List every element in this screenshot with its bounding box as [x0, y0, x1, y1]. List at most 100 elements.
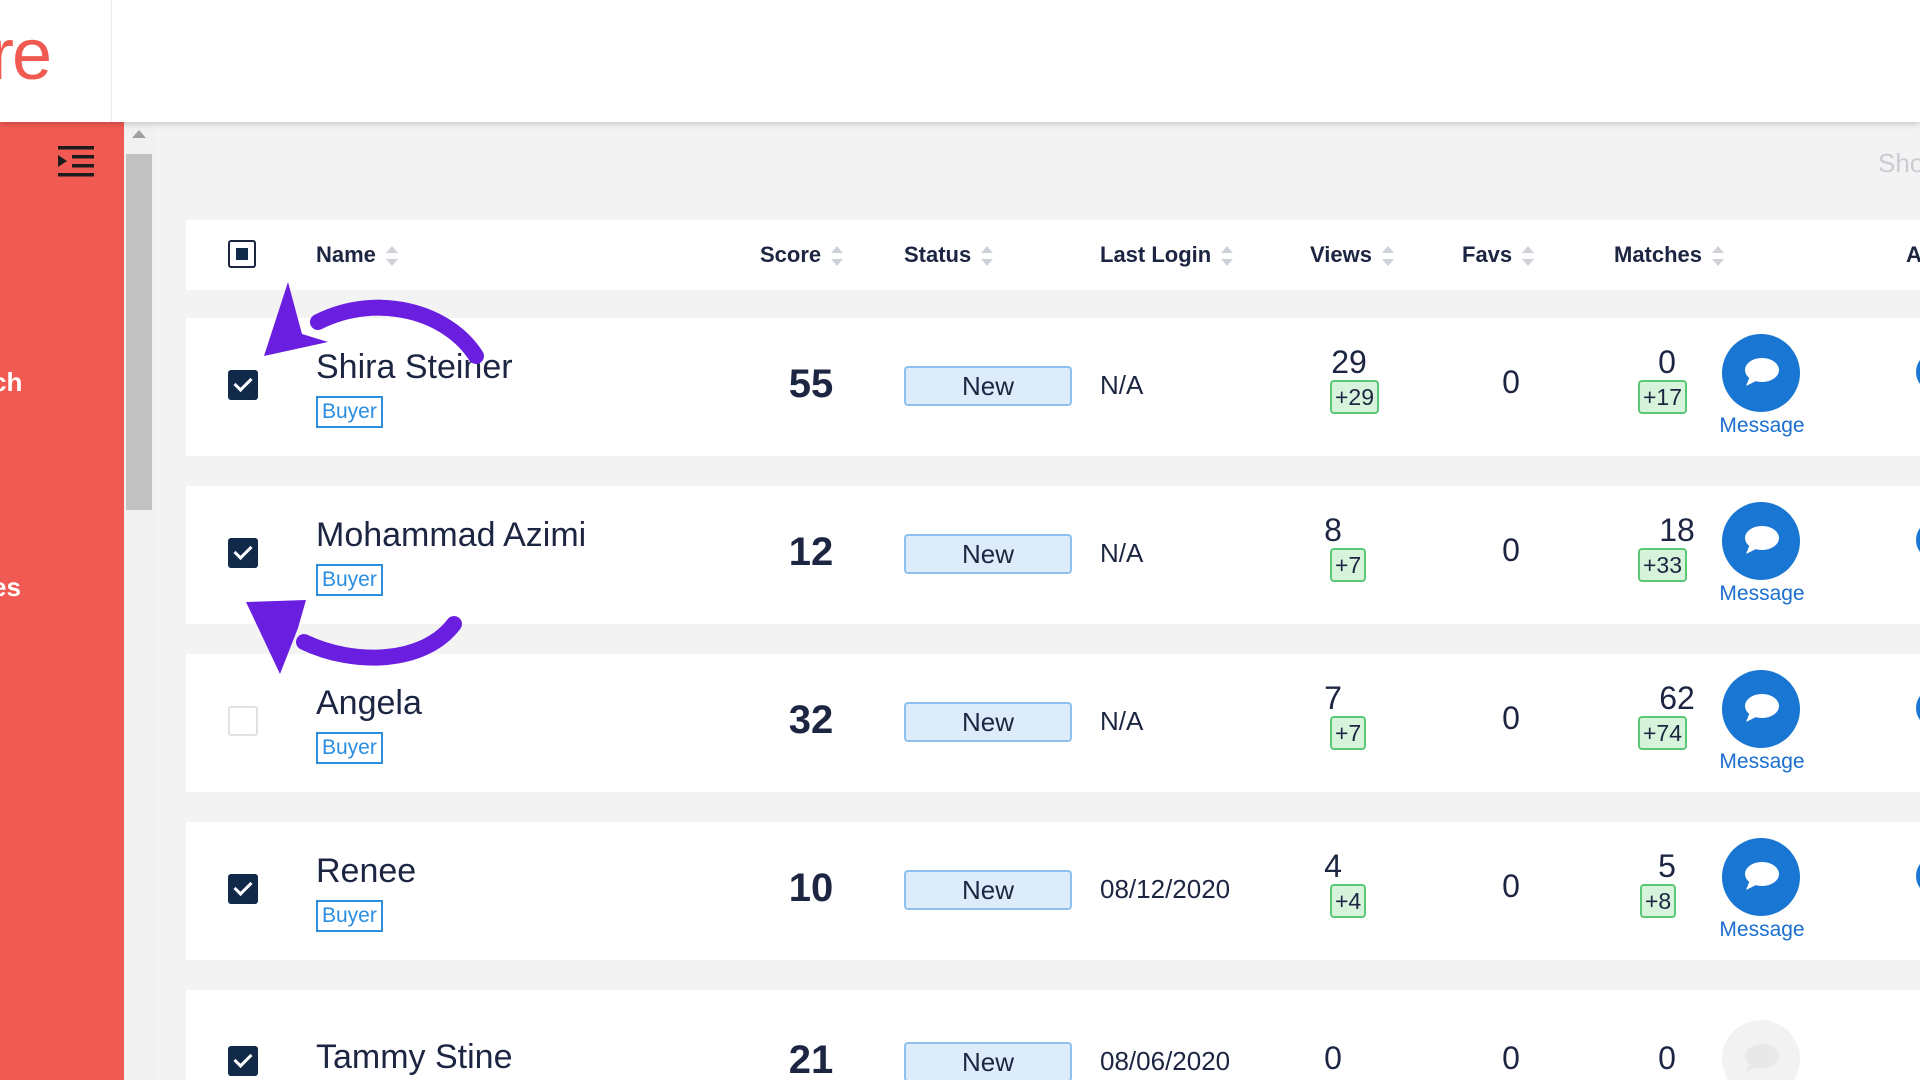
column-header-name-label: Name: [316, 242, 376, 267]
annotation-arrow-icon: [246, 600, 462, 674]
action-button-partial[interactable]: [1916, 352, 1920, 392]
row-checkbox[interactable]: [228, 538, 258, 568]
row-checkbox[interactable]: [228, 370, 258, 400]
favs-count: 0: [1502, 364, 1520, 400]
logo[interactable]: re: [0, 0, 112, 122]
matches-count: 0: [1658, 1040, 1676, 1076]
column-header-favs-label: Favs: [1462, 242, 1513, 267]
top-bar: re: [0, 0, 1920, 122]
sort-icon[interactable]: [1712, 245, 1725, 267]
column-header-matches-label: Matches: [1614, 242, 1703, 267]
menu-collapse-icon[interactable]: [58, 144, 94, 178]
favs-count: 0: [1502, 868, 1520, 904]
table-header: Name Score Status Last Login Views Favs …: [186, 220, 1920, 290]
chat-bubble-icon: [1745, 1044, 1779, 1072]
message-button[interactable]: [1722, 502, 1800, 580]
views-count: 0: [1324, 1040, 1342, 1076]
column-header-actions[interactable]: A: [1906, 220, 1920, 290]
status-badge[interactable]: New: [904, 1042, 1072, 1080]
views-delta: +4: [1330, 884, 1367, 918]
message-button[interactable]: [1722, 1020, 1800, 1080]
contact-name[interactable]: Angela: [316, 684, 422, 723]
buyer-tag: Buyer: [316, 396, 383, 428]
status-badge[interactable]: New: [904, 366, 1072, 406]
matches-delta: +8: [1640, 884, 1677, 918]
status-badge[interactable]: New: [904, 702, 1072, 742]
row-checkbox[interactable]: [228, 1046, 258, 1076]
row-checkbox[interactable]: [228, 874, 258, 904]
last-login: N/A: [1100, 538, 1144, 568]
last-login: N/A: [1100, 370, 1144, 400]
message-button[interactable]: [1722, 838, 1800, 916]
matches-count: 5: [1658, 848, 1676, 884]
scroll-up-arrow-icon[interactable]: [132, 130, 146, 138]
matches-delta: +74: [1638, 716, 1688, 750]
matches-delta: +33: [1638, 548, 1688, 582]
sidebar-item-2[interactable]: ch: [0, 367, 22, 398]
column-header-matches[interactable]: Matches: [1614, 220, 1725, 290]
score-value: 10: [788, 866, 834, 910]
matches-count: 62: [1659, 680, 1695, 716]
favs-count: 0: [1502, 1040, 1520, 1076]
message-button[interactable]: [1722, 670, 1800, 748]
table-row[interactable]: Tammy Stine 21 New 08/06/2020 0 0 0: [186, 990, 1920, 1080]
message-label[interactable]: Message: [1712, 582, 1812, 606]
row-checkbox[interactable]: [228, 706, 258, 736]
chat-bubble-icon: [1745, 694, 1779, 722]
sidebar-item-3[interactable]: es: [0, 572, 21, 603]
score-value: 32: [788, 698, 834, 742]
annotation-arrow-icon: [264, 282, 484, 364]
sort-icon[interactable]: [831, 245, 844, 267]
column-header-score[interactable]: Score: [760, 220, 844, 290]
column-header-name[interactable]: Name: [316, 220, 398, 290]
score-value: 55: [788, 362, 834, 406]
table-row[interactable]: Renee Buyer 10 New 08/12/2020 4 +4 0 5 +…: [186, 822, 1920, 960]
sort-icon[interactable]: [385, 245, 398, 267]
column-header-favs[interactable]: Favs: [1462, 220, 1535, 290]
matches-delta: +17: [1638, 380, 1688, 414]
message-label[interactable]: Message: [1712, 750, 1812, 774]
message-label[interactable]: Message: [1712, 918, 1812, 942]
sidebar: l ch es: [0, 122, 124, 1080]
select-all-checkbox[interactable]: [228, 240, 256, 268]
status-badge[interactable]: New: [904, 534, 1072, 574]
sort-icon[interactable]: [1381, 245, 1394, 267]
sort-icon[interactable]: [1221, 245, 1234, 267]
show-label[interactable]: Sho: [1878, 148, 1920, 179]
contact-name[interactable]: Renee: [316, 852, 416, 891]
column-header-last-login[interactable]: Last Login: [1100, 220, 1234, 290]
sidebar-scrollbar[interactable]: [124, 122, 154, 1080]
views-delta: +7: [1330, 548, 1367, 582]
chat-bubble-icon: [1745, 862, 1779, 890]
sort-icon[interactable]: [1522, 245, 1535, 267]
column-header-views-label: Views: [1310, 242, 1372, 267]
sort-icon[interactable]: [981, 245, 994, 267]
favs-count: 0: [1502, 700, 1520, 736]
status-badge[interactable]: New: [904, 870, 1072, 910]
column-header-views[interactable]: Views: [1310, 220, 1394, 290]
buyer-tag: Buyer: [316, 732, 383, 764]
action-button-partial[interactable]: [1916, 688, 1920, 728]
score-value: 12: [788, 530, 834, 574]
views-delta: +7: [1330, 716, 1367, 750]
contact-name[interactable]: Tammy Stine: [316, 1038, 513, 1077]
column-header-status[interactable]: Status: [904, 220, 994, 290]
views-delta: +29: [1330, 380, 1380, 414]
matches-count: 0: [1658, 344, 1676, 380]
message-label[interactable]: Message: [1712, 414, 1812, 438]
last-login: 08/06/2020: [1100, 1046, 1231, 1076]
column-header-score-label: Score: [760, 242, 822, 267]
views-count: 7: [1324, 680, 1342, 716]
chat-bubble-icon: [1745, 526, 1779, 554]
views-count: 8: [1324, 512, 1342, 548]
last-login: 08/12/2020: [1100, 874, 1231, 904]
action-button-partial[interactable]: [1916, 520, 1920, 560]
message-button[interactable]: [1722, 334, 1800, 412]
last-login: N/A: [1100, 706, 1144, 736]
matches-count: 18: [1659, 512, 1695, 548]
contact-name[interactable]: Mohammad Azimi: [316, 516, 586, 555]
scroll-thumb[interactable]: [126, 154, 152, 510]
favs-count: 0: [1502, 532, 1520, 568]
column-header-status-label: Status: [904, 242, 972, 267]
action-button-partial[interactable]: [1916, 856, 1920, 896]
